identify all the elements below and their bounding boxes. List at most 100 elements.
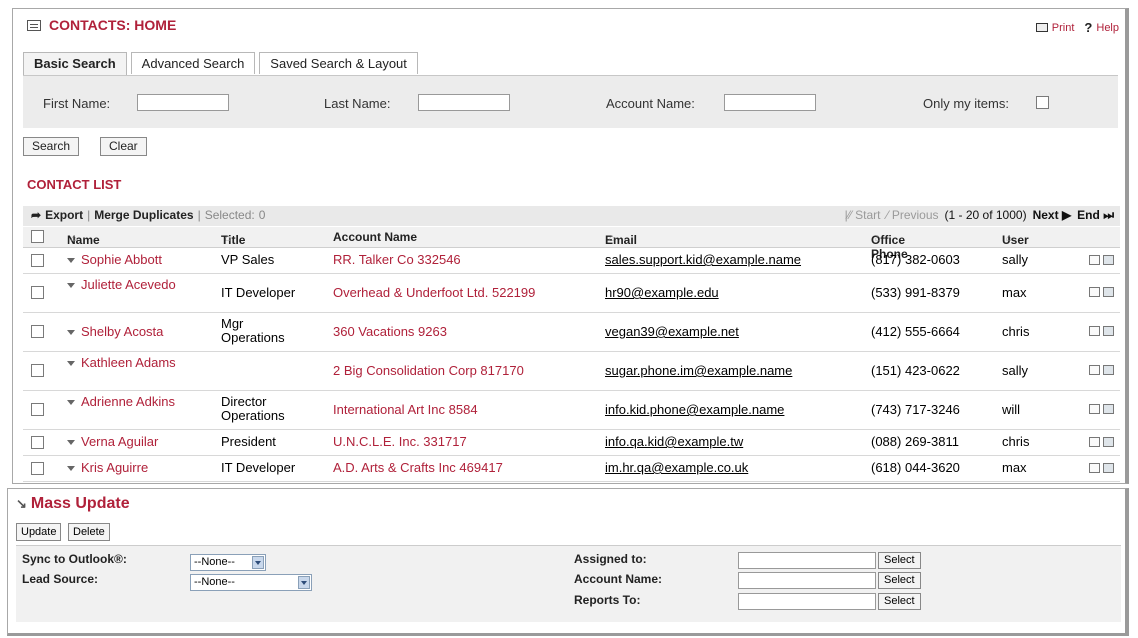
view-icon[interactable] xyxy=(1103,287,1114,297)
chevron-down-icon xyxy=(252,556,264,569)
contact-name-link[interactable]: Adrienne Adkins xyxy=(81,394,175,409)
view-icon[interactable] xyxy=(1103,255,1114,265)
email-link[interactable]: info.kid.phone@example.name xyxy=(605,403,867,417)
account-name-label: Account Name: xyxy=(574,572,663,586)
table-row: Verna Aguilar President U.N.C.L.E. Inc. … xyxy=(23,430,1120,456)
contact-name-link[interactable]: Shelby Acosta xyxy=(81,325,163,339)
row-checkbox[interactable] xyxy=(31,364,44,377)
export-arrow-icon: ➦ xyxy=(31,208,42,222)
merge-duplicates-link[interactable]: Merge Duplicates xyxy=(94,208,193,222)
sort-icon: ⌂ xyxy=(875,233,882,244)
only-my-items-checkbox[interactable] xyxy=(1036,96,1049,109)
sync-to-outlook-label: Sync to Outlook®: xyxy=(22,552,127,566)
row-menu-caret-icon[interactable] xyxy=(67,257,75,263)
account-name-link[interactable]: U.N.C.L.E. Inc. 331717 xyxy=(333,435,603,449)
tab-advanced-search[interactable]: Advanced Search xyxy=(130,52,256,74)
delete-button[interactable]: Delete xyxy=(68,523,110,541)
row-checkbox[interactable] xyxy=(31,436,44,449)
mass-update-panel: ↘ Mass Update Update Delete Sync to Outl… xyxy=(7,488,1129,636)
tab-saved-search-layout[interactable]: Saved Search & Layout xyxy=(259,52,418,74)
reports-to-label: Reports To: xyxy=(574,593,641,607)
basic-search-form: First Name: Last Name: Account Name: Onl… xyxy=(23,75,1118,128)
contact-name-link[interactable]: Verna Aguilar xyxy=(81,435,158,449)
assigned-user: chris xyxy=(1002,324,1030,339)
row-menu-caret-icon[interactable] xyxy=(67,439,75,445)
view-icon[interactable] xyxy=(1103,437,1114,447)
contact-title: IT Developer xyxy=(221,285,296,300)
export-link[interactable]: Export xyxy=(45,208,83,222)
account-name-link[interactable]: RR. Talker Co 332546 xyxy=(333,253,603,267)
row-checkbox[interactable] xyxy=(31,462,44,475)
clear-button[interactable]: Clear xyxy=(100,137,147,156)
contact-name-link[interactable]: Kathleen Adams xyxy=(81,355,176,370)
reports-to-select-button[interactable]: Select xyxy=(878,593,921,610)
account-name-link[interactable]: A.D. Arts & Crafts Inc 469417 xyxy=(333,461,603,475)
email-link[interactable]: im.hr.qa@example.co.uk xyxy=(605,461,867,475)
first-name-input[interactable] xyxy=(137,94,229,111)
help-link[interactable]: ? Help xyxy=(1084,20,1119,35)
account-name-select-button[interactable]: Select xyxy=(878,572,921,589)
view-icon[interactable] xyxy=(1103,365,1114,375)
email-link[interactable]: sales.support.kid@example.name xyxy=(605,253,867,267)
office-phone: (533) 991-8379 xyxy=(871,285,960,300)
table-row: Juliette Acevedo IT Developer Overhead &… xyxy=(23,274,1120,313)
row-checkbox[interactable] xyxy=(31,286,44,299)
contact-name-link[interactable]: Sophie Abbott xyxy=(81,253,162,267)
selected-count: 0 xyxy=(258,208,266,222)
edit-icon[interactable] xyxy=(1089,365,1100,375)
first-name-label: First Name: xyxy=(43,96,111,111)
email-link[interactable]: hr90@example.edu xyxy=(605,286,867,300)
row-checkbox[interactable] xyxy=(31,403,44,416)
search-button[interactable]: Search xyxy=(23,137,80,156)
mass-update-title[interactable]: ↘ Mass Update xyxy=(16,495,130,513)
last-name-input[interactable] xyxy=(418,94,510,111)
account-name-input[interactable] xyxy=(724,94,816,111)
email-link[interactable]: vegan39@example.net xyxy=(605,325,867,339)
row-menu-caret-icon[interactable] xyxy=(67,329,75,335)
sort-icon: ⌂ xyxy=(225,233,232,244)
edit-icon[interactable] xyxy=(1089,463,1100,473)
search-tabs: Basic Search Advanced Search Saved Searc… xyxy=(23,52,418,76)
contact-title: President xyxy=(221,434,276,449)
account-name-link[interactable]: 360 Vacations 9263 xyxy=(333,325,603,339)
view-icon[interactable] xyxy=(1103,463,1114,473)
update-button[interactable]: Update xyxy=(16,523,62,541)
row-menu-caret-icon[interactable] xyxy=(67,465,75,471)
edit-icon[interactable] xyxy=(1089,287,1100,297)
row-menu-caret-icon[interactable] xyxy=(67,283,75,289)
assigned-user: max xyxy=(1002,460,1027,475)
contact-name-link[interactable]: Kris Aguirre xyxy=(81,461,148,475)
print-link[interactable]: Print xyxy=(1035,20,1074,35)
chevron-down-icon xyxy=(298,576,310,589)
edit-icon[interactable] xyxy=(1089,404,1100,414)
row-menu-caret-icon[interactable] xyxy=(67,400,75,406)
lead-source-select[interactable]: --None-- xyxy=(190,574,312,591)
reports-to-input[interactable] xyxy=(738,593,876,610)
email-link[interactable]: sugar.phone.im@example.name xyxy=(605,364,867,378)
assigned-to-select-button[interactable]: Select xyxy=(878,552,921,569)
contact-title: Director Operations xyxy=(221,394,285,423)
view-icon[interactable] xyxy=(1103,404,1114,414)
row-checkbox[interactable] xyxy=(31,325,44,338)
account-name-link[interactable]: International Art Inc 8584 xyxy=(333,403,603,417)
view-icon[interactable] xyxy=(1103,326,1114,336)
select-all-checkbox[interactable] xyxy=(31,230,44,243)
row-menu-caret-icon[interactable] xyxy=(67,361,75,367)
account-name-link[interactable]: Overhead & Underfoot Ltd. 522199 xyxy=(333,286,603,300)
edit-icon[interactable] xyxy=(1089,326,1100,336)
row-checkbox[interactable] xyxy=(31,254,44,267)
mass-update-form: Sync to Outlook®: --None-- Lead Source: … xyxy=(16,545,1121,622)
email-link[interactable]: info.qa.kid@example.tw xyxy=(605,435,867,449)
account-name-link[interactable]: 2 Big Consolidation Corp 817170 xyxy=(333,364,603,378)
edit-icon[interactable] xyxy=(1089,255,1100,265)
contact-list-title: CONTACT LIST xyxy=(27,177,122,192)
tab-basic-search[interactable]: Basic Search xyxy=(23,52,127,76)
edit-icon[interactable] xyxy=(1089,437,1100,447)
contact-name-link[interactable]: Juliette Acevedo xyxy=(81,277,176,292)
sync-to-outlook-select[interactable]: --None-- xyxy=(190,554,266,571)
account-name-input[interactable] xyxy=(738,572,876,589)
end-link[interactable]: End ⏭ xyxy=(1077,208,1114,223)
assigned-to-input[interactable] xyxy=(738,552,876,569)
column-header-account-name[interactable]: Account Name xyxy=(333,230,417,244)
next-link[interactable]: Next ▶ xyxy=(1033,208,1072,223)
